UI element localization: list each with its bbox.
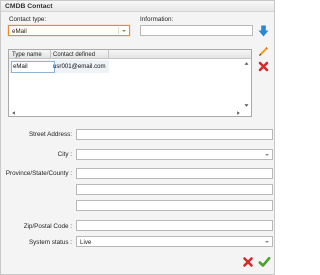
street-address-label: Street Address: <box>28 131 72 138</box>
system-status-select[interactable]: Live <box>76 236 273 247</box>
system-status-label: System status : <box>28 239 72 246</box>
information-label: Information: <box>140 16 174 23</box>
scroll-down-arrow-icon[interactable] <box>243 102 250 109</box>
city-select[interactable] <box>76 149 273 160</box>
cell-contact-defined: usr001@email.com <box>53 63 106 70</box>
province-label: Province/State/County : <box>5 170 72 177</box>
contact-type-value: eMail <box>12 27 27 35</box>
street-address-input[interactable] <box>76 129 273 140</box>
grid-header: Type name Contact defined <box>9 50 251 59</box>
contacts-grid: Type name Contact defined eMail usr001@e… <box>8 49 252 117</box>
column-divider <box>108 50 109 59</box>
save-button[interactable] <box>258 256 271 268</box>
window-title: CMDB Contact <box>5 3 53 10</box>
chevron-down-icon[interactable] <box>263 152 270 158</box>
information-input[interactable] <box>140 25 253 36</box>
scroll-right-arrow-icon[interactable] <box>235 110 242 116</box>
red-x-icon[interactable] <box>258 61 269 72</box>
cell-type-name: eMail <box>13 63 28 70</box>
chevron-down-icon[interactable] <box>263 239 270 245</box>
title-bar: CMDB Contact <box>1 1 274 12</box>
scroll-up-arrow-icon[interactable] <box>243 60 250 67</box>
province-input-1[interactable] <box>76 168 273 179</box>
column-header-type-name[interactable]: Type name <box>12 52 42 58</box>
scroll-left-arrow-icon[interactable] <box>10 110 17 116</box>
cmdb-contact-window: CMDB Contact Contact type: eMail Informa… <box>0 0 275 275</box>
province-input-3[interactable] <box>76 200 273 211</box>
column-header-contact-defined[interactable]: Contact defined <box>53 52 95 58</box>
chevron-down-icon[interactable] <box>120 28 127 34</box>
column-divider <box>50 50 51 59</box>
province-input-2[interactable] <box>76 184 273 195</box>
system-status-value: Live <box>80 238 92 246</box>
zip-input[interactable] <box>76 220 273 231</box>
contact-type-select[interactable]: eMail <box>8 25 130 36</box>
city-label: City : <box>57 151 72 158</box>
download-arrow-icon[interactable] <box>258 25 269 37</box>
zip-label: Zip/Postal Code : <box>23 223 72 230</box>
dropdown-separator <box>118 27 119 34</box>
contact-type-label: Contact type: <box>9 16 47 23</box>
pencil-icon[interactable] <box>258 46 269 57</box>
cancel-button[interactable] <box>242 256 254 268</box>
